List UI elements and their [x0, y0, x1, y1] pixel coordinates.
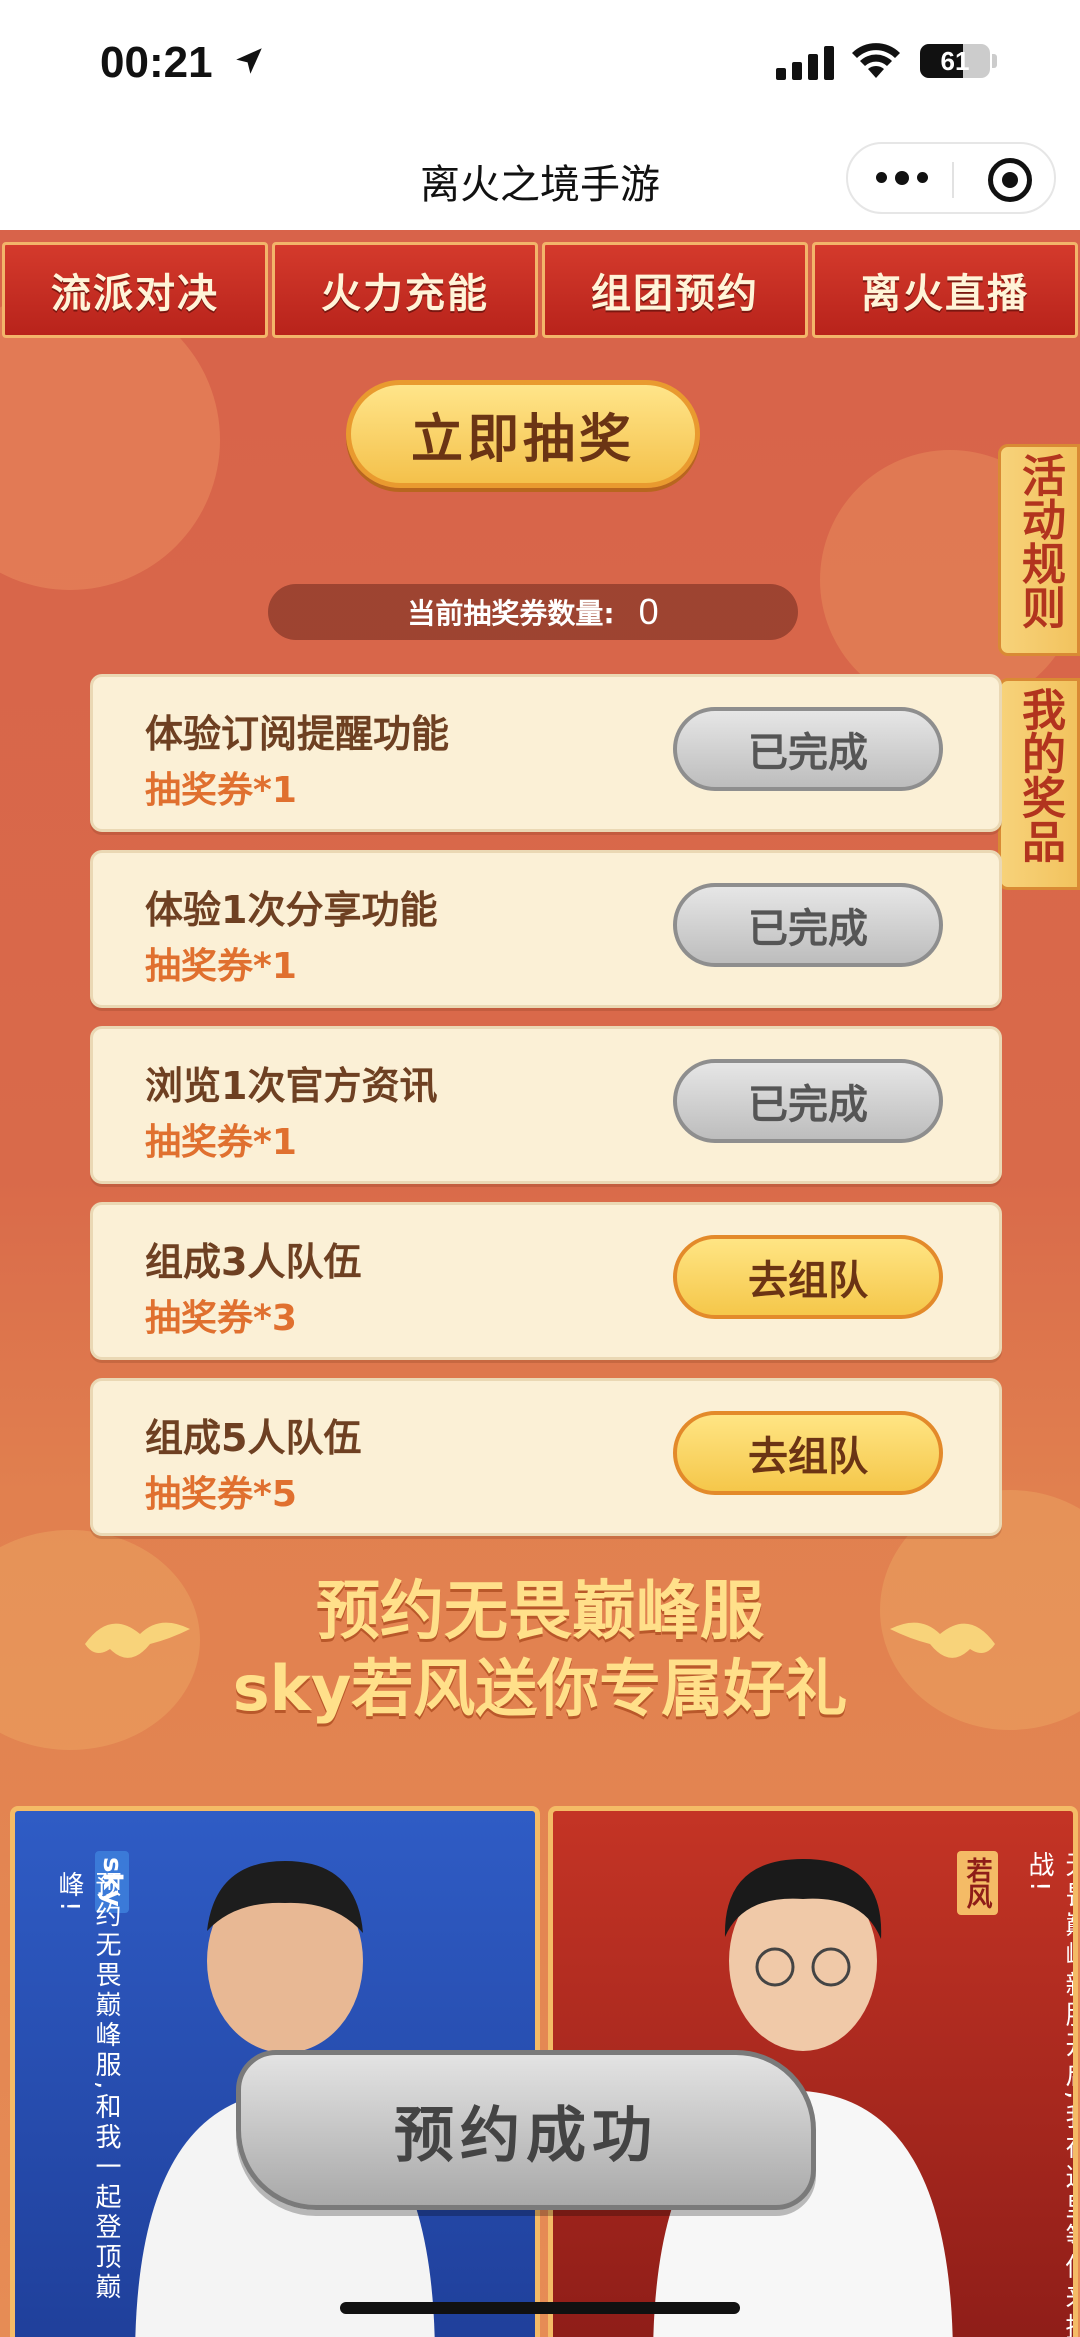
task-reward: 抽奖券*1 — [145, 770, 297, 811]
activity-rules-label: 活动规则 — [1014, 453, 1065, 629]
auspicious-cloud-icon — [890, 1622, 995, 1658]
close-target-icon[interactable] — [988, 158, 1032, 202]
task-completed-button[interactable]: 已完成 — [673, 1059, 943, 1143]
auspicious-cloud-icon — [85, 1622, 190, 1658]
nav-bar: 离火之境手游 — [0, 130, 1080, 230]
battery-icon: 61 — [920, 44, 990, 78]
activity-page: 流派对决 火力充能 组团预约 离火直播 立即抽奖 活动规则 我的奖品 当前抽奖券… — [0, 230, 1080, 2337]
form-team-button[interactable]: 去组队 — [673, 1411, 943, 1495]
task-completed-button[interactable]: 已完成 — [673, 707, 943, 791]
task-completed-button[interactable]: 已完成 — [673, 883, 943, 967]
ruofeng-name-tag: 若风 — [957, 1851, 998, 1915]
signal-icon — [776, 44, 834, 80]
activity-rules-tab[interactable]: 活动规则 — [998, 444, 1080, 656]
tab-team-reservation[interactable]: 组团预约 — [542, 242, 808, 338]
ticket-count-label: 当前抽奖券数量: — [407, 597, 615, 630]
activity-tabs: 流派对决 火力充能 组团预约 离火直播 — [0, 242, 1080, 338]
task-reward: 抽奖券*3 — [145, 1298, 297, 1339]
draw-now-button[interactable]: 立即抽奖 — [346, 380, 700, 488]
task-title: 组成5人队伍 — [145, 1416, 362, 1460]
task-card: 体验1次分享功能 抽奖券*1 已完成 — [90, 850, 1002, 1008]
task-reward: 抽奖券*1 — [145, 1122, 297, 1163]
clock: 00:21 — [100, 38, 213, 87]
my-prizes-label: 我的奖品 — [1014, 687, 1065, 863]
task-card: 组成5人队伍 抽奖券*5 去组队 — [90, 1378, 1002, 1536]
more-menu-icon[interactable] — [876, 171, 928, 185]
task-title: 组成3人队伍 — [145, 1240, 362, 1284]
wifi-icon — [852, 43, 900, 78]
status-bar: 00:21 61 — [0, 0, 1080, 130]
task-title: 体验1次分享功能 — [145, 888, 438, 932]
task-title: 浏览1次官方资讯 — [145, 1064, 438, 1108]
capsule-divider — [952, 162, 954, 198]
ruofeng-quote: 无畏巅峰新服开启,我在这里等你来挑战! — [1024, 1851, 1078, 2337]
tab-faction-duel[interactable]: 流派对决 — [2, 242, 268, 338]
task-reward: 抽奖券*5 — [145, 1474, 297, 1515]
ticket-count-bar: 当前抽奖券数量: 0 — [268, 584, 798, 640]
battery-percent: 61 — [940, 46, 970, 76]
task-title: 体验订阅提醒功能 — [145, 712, 450, 756]
form-team-button[interactable]: 去组队 — [673, 1235, 943, 1319]
battery-nub — [992, 54, 997, 68]
task-card: 组成3人队伍 抽奖券*3 去组队 — [90, 1202, 1002, 1360]
mini-program-capsule — [846, 142, 1056, 214]
location-arrow-icon — [236, 48, 262, 74]
tab-firepower-charge[interactable]: 火力充能 — [272, 242, 538, 338]
sky-quote: 预约无畏巅峰服,和我一起登顶巅峰! — [54, 1871, 121, 2304]
task-card: 浏览1次官方资讯 抽奖券*1 已完成 — [90, 1026, 1002, 1184]
task-card: 体验订阅提醒功能 抽奖券*1 已完成 — [90, 674, 1002, 832]
home-indicator — [340, 2302, 740, 2314]
tab-live-stream[interactable]: 离火直播 — [812, 242, 1078, 338]
my-prizes-tab[interactable]: 我的奖品 — [998, 678, 1080, 890]
reservation-success-banner[interactable]: 预约成功 — [236, 2050, 816, 2210]
ticket-count-value: 0 — [638, 591, 659, 632]
task-reward: 抽奖券*1 — [145, 946, 297, 987]
